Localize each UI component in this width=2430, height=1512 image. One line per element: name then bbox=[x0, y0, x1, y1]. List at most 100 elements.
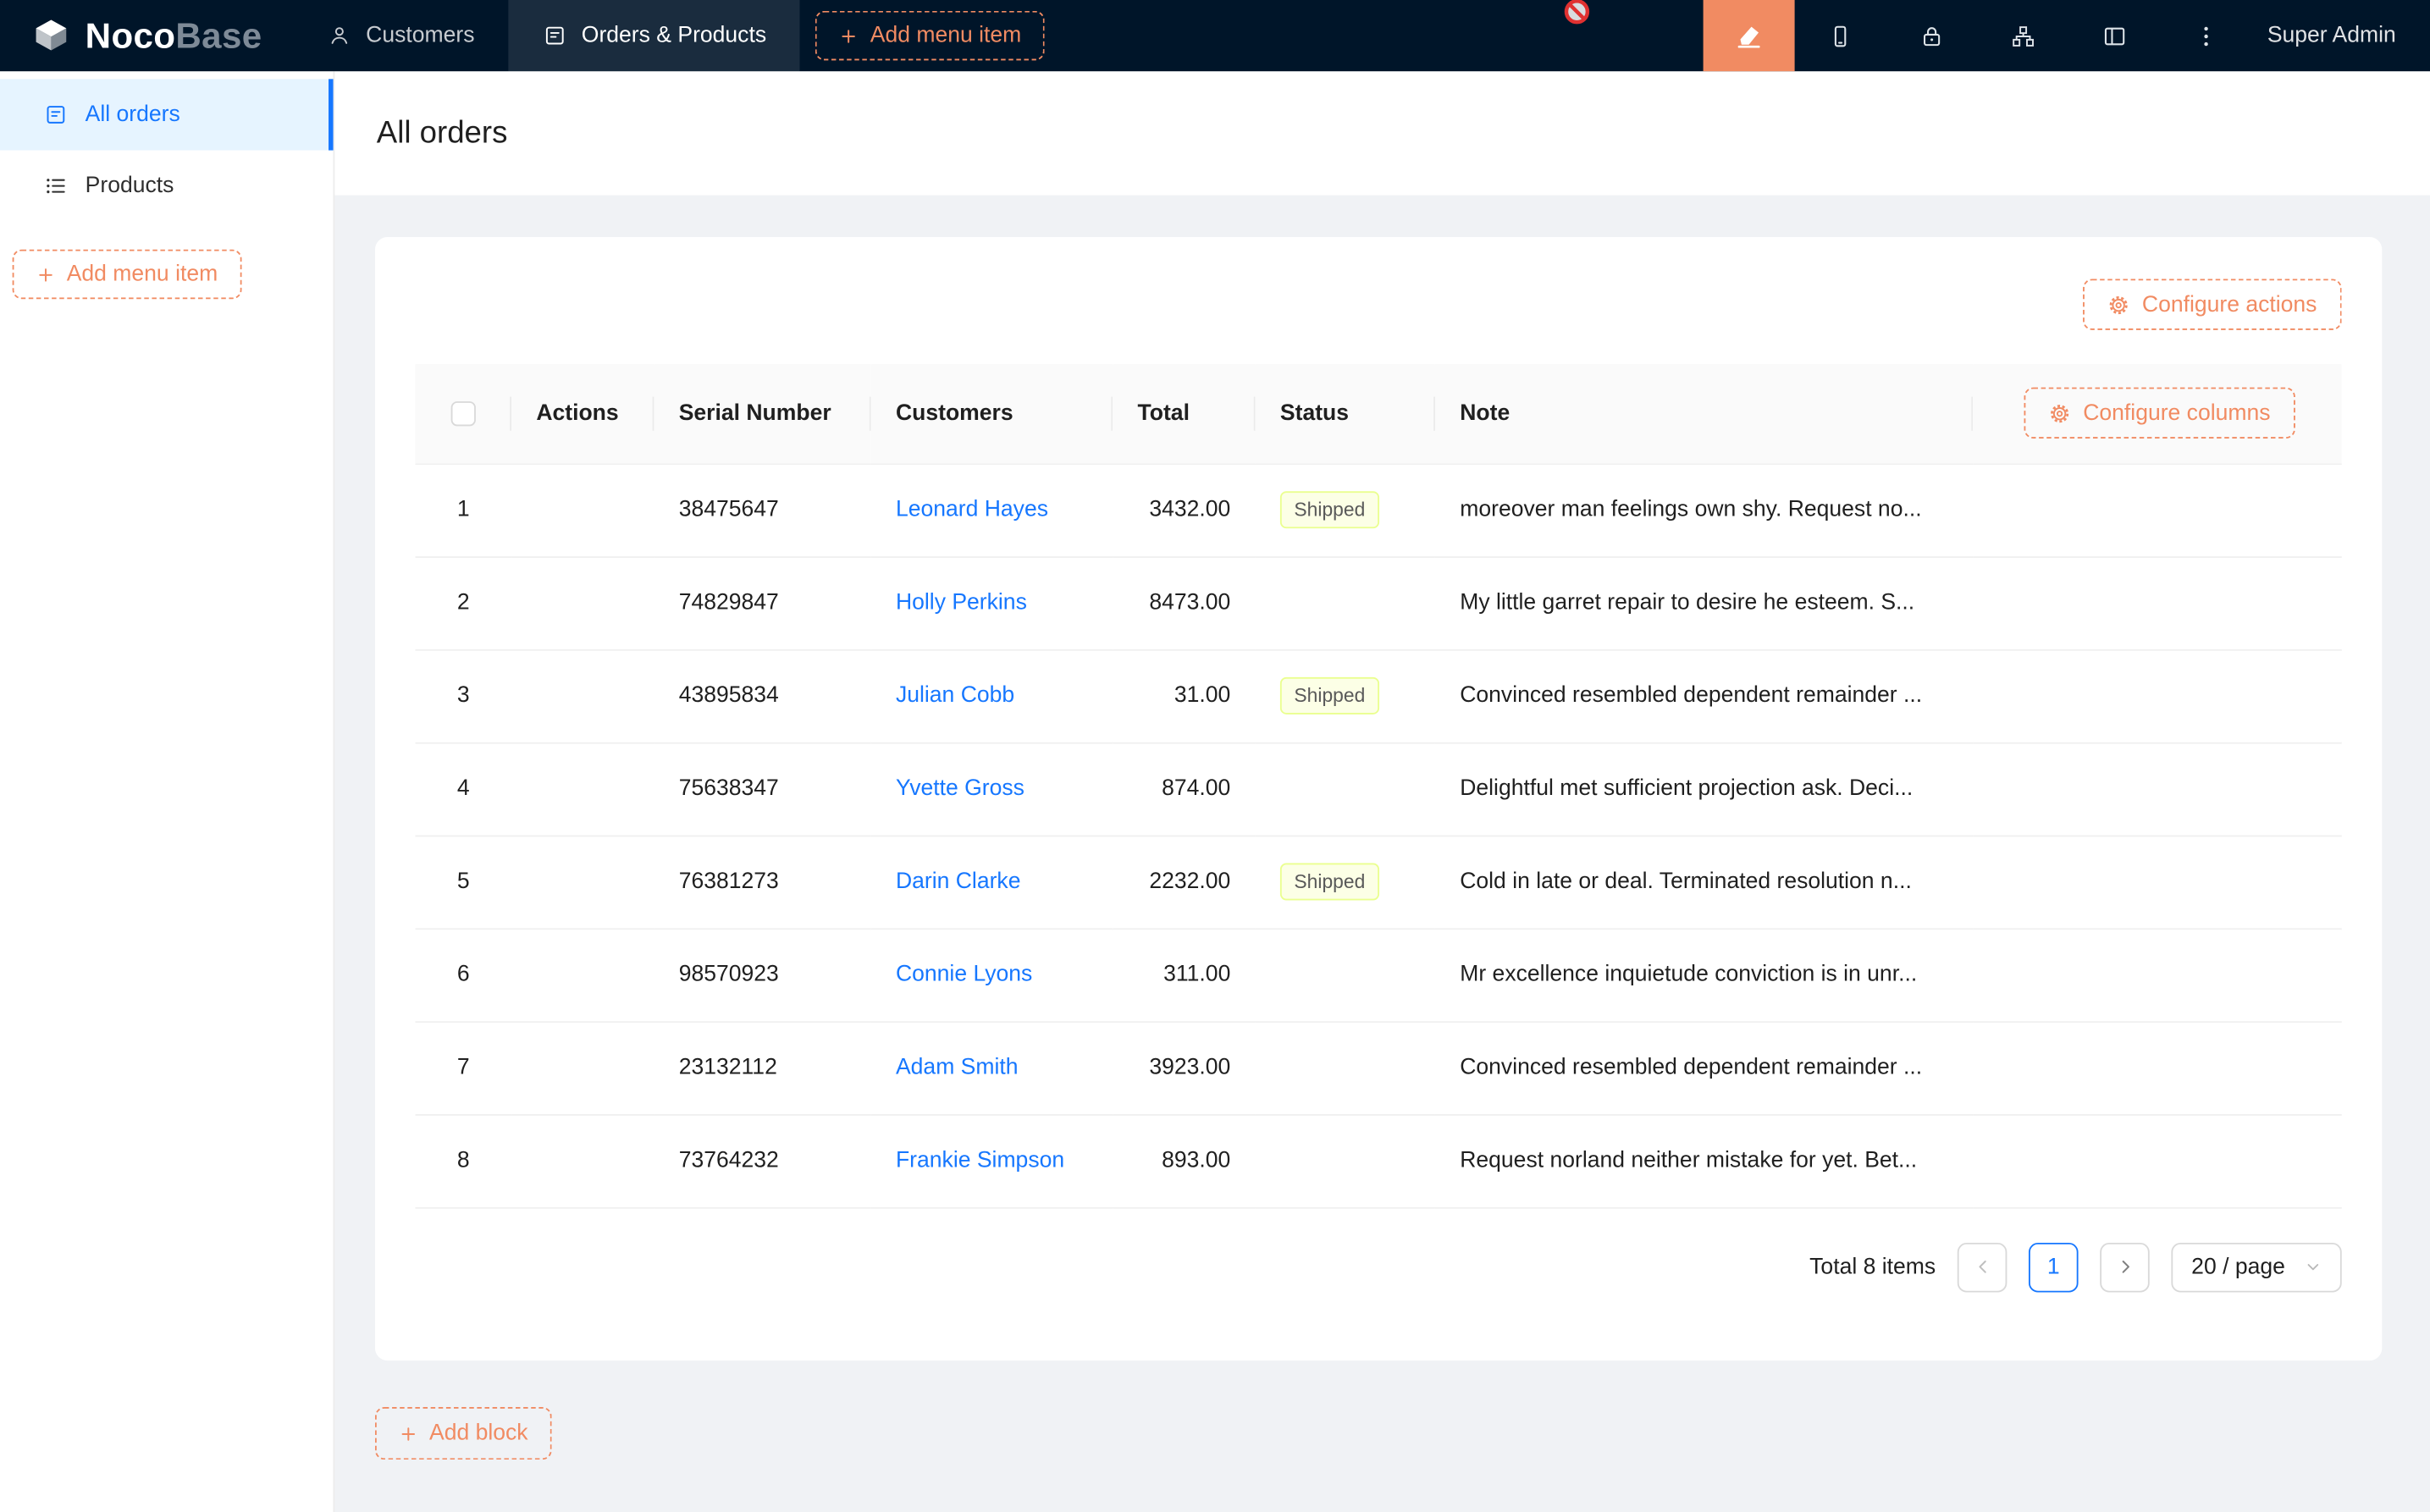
total-cell: 2232.00 bbox=[1113, 836, 1255, 929]
serial-number-cell: 75638347 bbox=[654, 742, 870, 836]
highlighter-icon bbox=[1736, 23, 1762, 49]
pagination-prev-button[interactable] bbox=[1958, 1242, 2008, 1292]
plus-icon bbox=[398, 1423, 418, 1443]
column-header-serial-number: Serial Number bbox=[654, 364, 870, 463]
status-cell bbox=[1256, 556, 1435, 649]
actions-cell bbox=[511, 649, 654, 742]
add-block-button[interactable]: Add block bbox=[375, 1407, 551, 1460]
row-index: 4 bbox=[416, 742, 511, 836]
gear-icon bbox=[2108, 294, 2130, 316]
actions-cell bbox=[511, 836, 654, 929]
total-cell: 893.00 bbox=[1113, 1114, 1255, 1207]
select-all-checkbox[interactable] bbox=[451, 401, 476, 426]
customer-cell: Julian Cobb bbox=[871, 649, 1113, 742]
customer-link[interactable]: Leonard Hayes bbox=[896, 498, 1048, 522]
serial-number-cell: 76381273 bbox=[654, 836, 870, 929]
customer-link[interactable]: Connie Lyons bbox=[896, 963, 1032, 987]
auth-lock-button[interactable] bbox=[1886, 0, 1978, 71]
serial-number-cell: 98570923 bbox=[654, 928, 870, 1021]
total-cell: 8473.00 bbox=[1113, 556, 1255, 649]
mobile-client-button[interactable] bbox=[1795, 0, 1886, 71]
mobile-icon bbox=[1827, 23, 1853, 49]
sidebar: All orders Products Add menu item bbox=[0, 71, 334, 1512]
customer-cell: Darin Clarke bbox=[871, 836, 1113, 929]
column-header-status: Status bbox=[1256, 364, 1435, 463]
pagination-next-button[interactable] bbox=[2100, 1242, 2150, 1292]
status-cell: Shipped bbox=[1256, 649, 1435, 742]
row-index: 5 bbox=[416, 836, 511, 929]
nocobase-logo-icon bbox=[31, 15, 72, 56]
sidebar-item-label: All orders bbox=[86, 102, 180, 127]
status-badge: Shipped bbox=[1280, 491, 1379, 528]
customer-link[interactable]: Adam Smith bbox=[896, 1056, 1019, 1080]
note-cell: Convinced resembled dependent remainder … bbox=[1435, 1021, 1973, 1114]
layout-icon bbox=[2101, 23, 2128, 49]
customer-link[interactable]: Holly Perkins bbox=[896, 590, 1027, 615]
more-actions-button[interactable] bbox=[2161, 0, 2252, 71]
column-header-total: Total bbox=[1113, 364, 1255, 463]
customer-link[interactable]: Darin Clarke bbox=[896, 869, 1021, 894]
customer-link[interactable]: Julian Cobb bbox=[896, 683, 1014, 708]
row-index: 1 bbox=[416, 463, 511, 556]
customer-cell: Yvette Gross bbox=[871, 742, 1113, 836]
more-dots-icon bbox=[2193, 23, 2219, 49]
row-index: 2 bbox=[416, 556, 511, 649]
total-cell: 31.00 bbox=[1113, 649, 1255, 742]
ui-editor-toggle-button[interactable] bbox=[1704, 0, 1795, 71]
serial-number-cell: 38475647 bbox=[654, 463, 870, 556]
nav-item-orders-products[interactable]: Orders & Products bbox=[509, 0, 801, 71]
customer-cell: Frankie Simpson bbox=[871, 1114, 1113, 1207]
customer-cell: Holly Perkins bbox=[871, 556, 1113, 649]
nav-item-customers[interactable]: Customers bbox=[293, 0, 509, 71]
navbar-right-actions: Super Admin bbox=[1704, 0, 2430, 71]
table-row: 4 75638347 Yvette Gross 874.00 Delightfu… bbox=[416, 742, 2342, 836]
total-cell: 3432.00 bbox=[1113, 463, 1255, 556]
sidebar-item-all-orders[interactable]: All orders bbox=[0, 79, 334, 150]
customer-cell: Leonard Hayes bbox=[871, 463, 1113, 556]
user-menu[interactable]: Super Admin bbox=[2252, 0, 2430, 71]
status-cell bbox=[1256, 1114, 1435, 1207]
customer-link[interactable]: Frankie Simpson bbox=[896, 1148, 1064, 1173]
column-header-actions: Actions bbox=[511, 364, 654, 463]
status-cell bbox=[1256, 742, 1435, 836]
trailing-cell bbox=[1973, 742, 2342, 836]
table-row: 7 23132112 Adam Smith 3923.00 Convinced … bbox=[416, 1021, 2342, 1114]
gear-icon bbox=[2049, 402, 2071, 424]
orders-form-icon bbox=[543, 23, 567, 47]
row-index: 7 bbox=[416, 1021, 511, 1114]
actions-cell bbox=[511, 556, 654, 649]
customer-cell: Adam Smith bbox=[871, 1021, 1113, 1114]
nav-item-label: Customers bbox=[366, 23, 474, 47]
actions-cell bbox=[511, 463, 654, 556]
nocobase-app: NocoBase Customers Orders & Products Add… bbox=[0, 0, 2430, 1512]
configure-actions-button[interactable]: Configure actions bbox=[2083, 279, 2341, 329]
sidebar-add-menu-item-button[interactable]: Add menu item bbox=[13, 250, 241, 300]
actions-cell bbox=[511, 742, 654, 836]
pagination-total: Total 8 items bbox=[1809, 1255, 1936, 1279]
total-cell: 311.00 bbox=[1113, 928, 1255, 1021]
chevron-down-icon bbox=[2305, 1258, 2322, 1275]
trailing-cell bbox=[1973, 1021, 2342, 1114]
configure-columns-button[interactable]: Configure columns bbox=[2024, 388, 2295, 439]
trailing-cell bbox=[1973, 463, 2342, 556]
table-toolbar: Configure actions bbox=[416, 279, 2342, 329]
nocobase-logo[interactable]: NocoBase bbox=[0, 0, 293, 71]
actions-cell bbox=[511, 928, 654, 1021]
lock-icon bbox=[1919, 23, 1945, 49]
plus-icon bbox=[36, 264, 56, 284]
trailing-cell bbox=[1973, 649, 2342, 742]
table-row: 1 38475647 Leonard Hayes 3432.00 Shipped… bbox=[416, 463, 2342, 556]
pagination-page-1[interactable]: 1 bbox=[2029, 1242, 2079, 1292]
plugin-settings-button[interactable] bbox=[2069, 0, 2161, 71]
navbar-add-menu-item-button[interactable]: Add menu item bbox=[816, 11, 1045, 61]
page-title: All orders bbox=[377, 115, 508, 151]
customer-link[interactable]: Yvette Gross bbox=[896, 776, 1024, 801]
note-cell: Request norland neither mistake for yet.… bbox=[1435, 1114, 1973, 1207]
table-row: 5 76381273 Darin Clarke 2232.00 Shipped … bbox=[416, 836, 2342, 929]
serial-number-cell: 73764232 bbox=[654, 1114, 870, 1207]
page-header: All orders bbox=[334, 71, 2430, 195]
sidebar-item-products[interactable]: Products bbox=[0, 151, 334, 222]
api-doc-button[interactable] bbox=[1978, 0, 2069, 71]
page-size-select[interactable]: 20 / page bbox=[2171, 1242, 2341, 1292]
table-header-row: Actions Serial Number Customers Total St… bbox=[416, 364, 2342, 463]
